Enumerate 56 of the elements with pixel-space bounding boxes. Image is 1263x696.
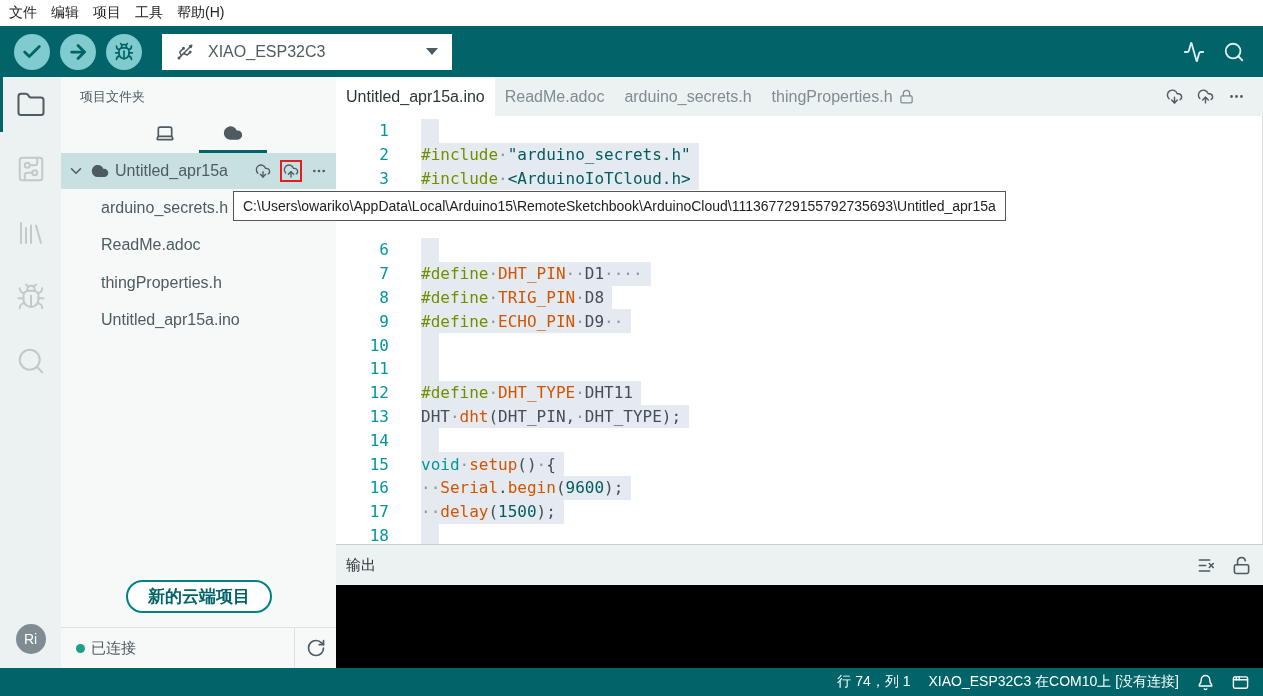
sketch-row[interactable]: Untitled_apr15a <box>61 153 336 189</box>
cloud-icon <box>91 162 109 180</box>
magnifier-icon[interactable] <box>1223 40 1245 63</box>
line-number: 7 <box>378 264 389 284</box>
line-number: 9 <box>378 311 389 331</box>
line-number: 15 <box>368 454 389 474</box>
new-cloud-sketch-button[interactable]: 新的云端项目 <box>125 580 272 613</box>
output-title: 输出 <box>346 555 376 575</box>
verify-button[interactable] <box>14 33 50 70</box>
sidebar-title: 项目文件夹 <box>79 88 146 106</box>
menu-item[interactable]: 文件 <box>2 4 44 22</box>
line-number: 3 <box>378 169 389 188</box>
empty-line-highlight <box>421 119 439 143</box>
line-number: 10 <box>368 335 389 355</box>
cloud-upload-icon <box>283 163 299 179</box>
cloud-icon <box>222 123 243 143</box>
line-number: 2 <box>378 145 389 165</box>
menu-item[interactable]: 工具 <box>128 4 170 22</box>
cloud-upload-icon[interactable] <box>1197 88 1214 105</box>
file-item[interactable]: ReadMe.adoc <box>61 226 336 264</box>
board-port-status: XIAO_ESP32C3 在COM10上 [没有连接] <box>928 673 1179 691</box>
bug-icon <box>114 41 134 62</box>
cloud-download-icon <box>255 163 271 179</box>
line-number: 1 <box>378 121 389 141</box>
connection-status: 已连接 <box>91 638 136 658</box>
menu-item[interactable]: 项目 <box>86 4 128 22</box>
usb-icon <box>176 42 194 61</box>
upload-button[interactable] <box>280 160 302 182</box>
line-number: 11 <box>368 359 389 379</box>
empty-line-highlight <box>421 238 439 262</box>
path-tooltip: C:\Users\owariko\AppData\Local\Arduino15\RemoteSketchbook\ArduinoCloud\111367729155792735693\Untitled_apr15a <box>233 191 1006 221</box>
line-number: 6 <box>378 240 389 260</box>
menu-item[interactable]: 帮助(H) <box>170 4 232 22</box>
debug-button[interactable] <box>106 33 142 70</box>
panel-icon[interactable] <box>1232 673 1249 691</box>
menu-item[interactable]: 编辑 <box>44 4 86 22</box>
line-number: 18 <box>368 525 389 544</box>
refresh-icon <box>305 638 326 658</box>
caret-icon <box>426 48 438 55</box>
unlock-icon[interactable] <box>1232 555 1251 575</box>
bell-icon[interactable] <box>1197 673 1214 691</box>
pulse-icon[interactable] <box>1183 40 1205 63</box>
file-item[interactable]: thingProperties.h <box>61 264 336 302</box>
laptop-icon <box>154 123 175 143</box>
line-number: 16 <box>368 478 389 498</box>
line-number: 13 <box>368 406 389 426</box>
cursor-position: 行 74，列 1 <box>837 673 911 691</box>
line-number: 17 <box>368 502 389 522</box>
board-selector[interactable]: XIAO_ESP32C3 <box>162 33 452 70</box>
cloud-download-icon[interactable] <box>1166 88 1183 105</box>
line-number: 14 <box>368 430 389 450</box>
file-item[interactable]: Untitled_apr15a.ino <box>61 301 336 339</box>
editor-tab[interactable]: Untitled_apr15a.ino <box>336 77 495 116</box>
line-number: 12 <box>368 383 389 403</box>
line-number: 8 <box>378 287 389 307</box>
upload-button[interactable] <box>60 33 96 70</box>
